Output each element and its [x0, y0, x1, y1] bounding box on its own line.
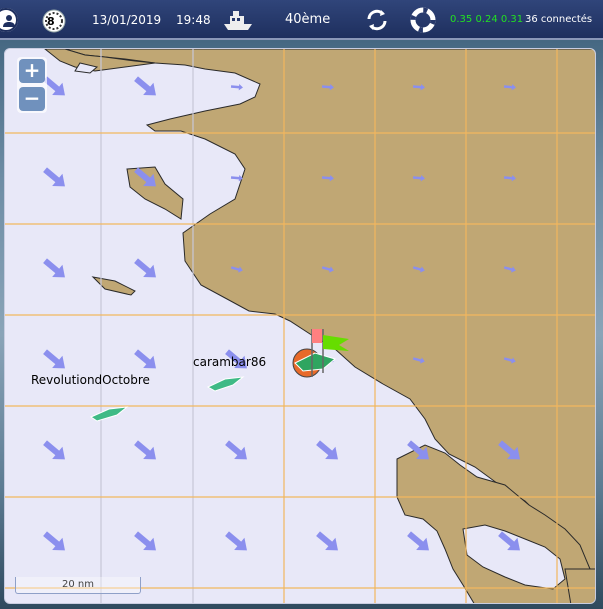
zoom-out-button[interactable]: −: [19, 87, 45, 111]
zoom-controls: + −: [17, 57, 47, 113]
sailing-map[interactable]: + − carambar86 RevolutiondOctobre 20 nm: [4, 48, 596, 604]
wind-arrow: [316, 440, 338, 460]
wind-arrow: [43, 440, 65, 460]
map-canvas[interactable]: [5, 49, 596, 604]
land-patch-south: [564, 568, 595, 603]
wind-arrow: [43, 531, 65, 551]
wind-arrow: [225, 440, 247, 460]
wind-arrow: [225, 531, 247, 551]
island-oleron: [91, 276, 136, 296]
boat-revolutiondoctobre[interactable]: [89, 406, 129, 422]
refresh-icon[interactable]: [364, 7, 390, 33]
wind-arrow: [134, 76, 156, 96]
lifebuoy-icon[interactable]: [410, 7, 436, 33]
wind-arrow: [316, 531, 338, 551]
connected-count: 36 connectés: [525, 14, 593, 25]
top-bar: 8 13/01/2019 19:48 40ème 0.35 0.24 0.31 …: [0, 0, 603, 40]
wind-arrow: [134, 531, 156, 551]
date-text: 13/01/2019: [92, 13, 162, 27]
scale-bar: 20 nm: [15, 577, 141, 594]
zoom-in-button[interactable]: +: [19, 59, 45, 83]
wind-values: 0.35 0.24 0.31: [450, 14, 524, 25]
boat-label-carambar86: carambar86: [193, 355, 267, 369]
wind-arrow: [43, 258, 65, 278]
wind-arrow: [134, 349, 156, 369]
time-text: 19:48: [176, 13, 211, 27]
compass-icon[interactable]: 8: [41, 8, 66, 33]
notification-badge: 8: [47, 15, 55, 28]
wind-arrow: [134, 440, 156, 460]
wind-arrow: [134, 258, 156, 278]
wind-arrow: [230, 83, 243, 91]
wind-arrow: [43, 167, 65, 187]
boat-label-revolutiondoctobre: RevolutiondOctobre: [31, 373, 150, 387]
island-ile-de-re: [126, 166, 184, 220]
users-icon[interactable]: [0, 8, 18, 32]
wind-arrow: [43, 349, 65, 369]
ranking-text: 40ème: [285, 12, 331, 27]
wind-arrow: [407, 531, 429, 551]
boat-carambar86[interactable]: [206, 376, 245, 392]
boat-icon[interactable]: [222, 8, 254, 32]
